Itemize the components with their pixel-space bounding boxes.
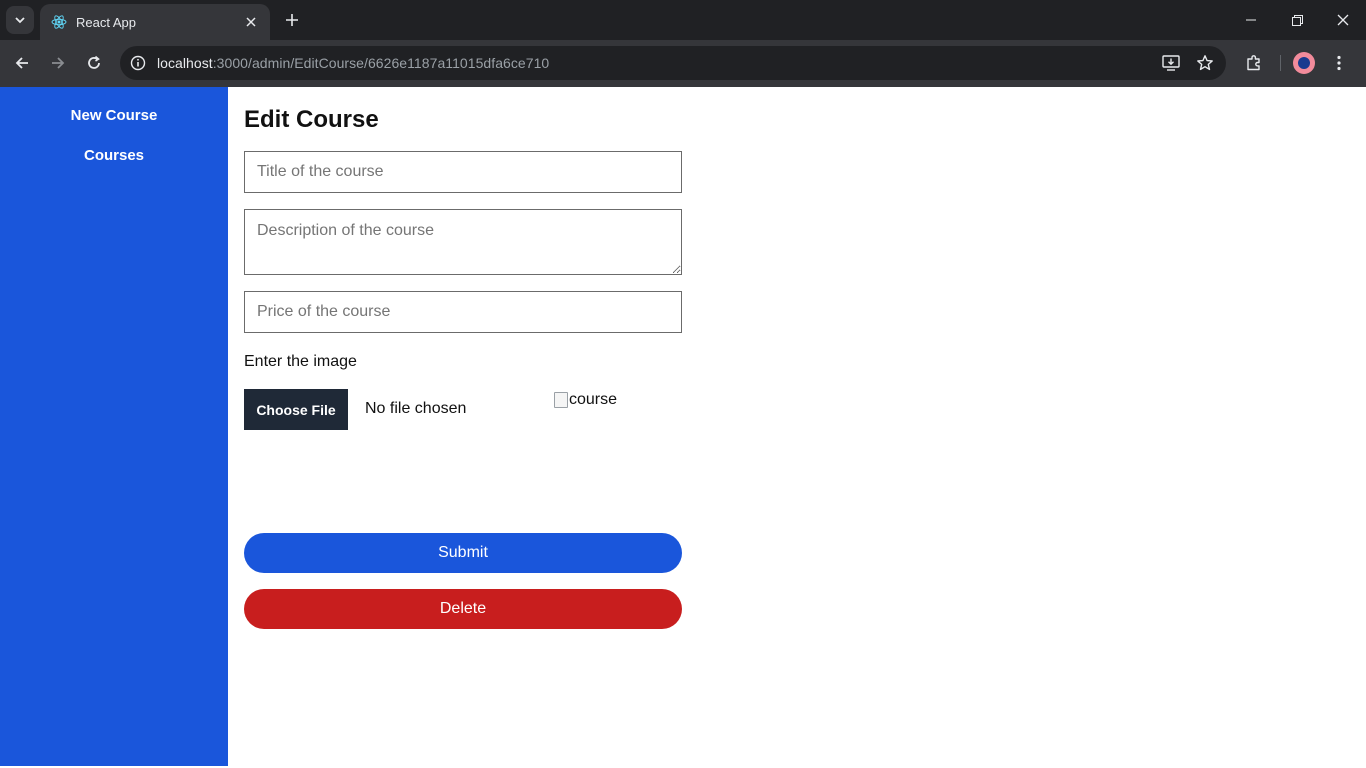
profile-avatar[interactable] bbox=[1293, 52, 1315, 74]
bookmark-button[interactable] bbox=[1194, 52, 1216, 74]
close-icon bbox=[1337, 14, 1349, 26]
chevron-down-icon bbox=[15, 17, 25, 24]
restore-button[interactable] bbox=[1274, 0, 1320, 40]
toolbar-right bbox=[1240, 50, 1353, 76]
url-text: localhost:3000/admin/EditCourse/6626e118… bbox=[157, 55, 549, 71]
course-price-input[interactable] bbox=[244, 291, 682, 333]
avatar-icon bbox=[1298, 57, 1310, 69]
course-image-alt: course bbox=[569, 391, 618, 408]
broken-image-icon bbox=[554, 392, 568, 408]
react-logo-icon bbox=[51, 14, 67, 30]
browser-toolbar: localhost:3000/admin/EditCourse/6626e118… bbox=[0, 40, 1366, 87]
puzzle-icon bbox=[1247, 55, 1260, 71]
minimize-button[interactable] bbox=[1228, 0, 1274, 40]
sidebar-item-new-course[interactable]: New Course bbox=[0, 107, 228, 124]
more-vert-icon bbox=[1337, 55, 1341, 71]
install-app-button[interactable] bbox=[1160, 52, 1182, 74]
delete-button[interactable]: Delete bbox=[244, 589, 682, 629]
browser-tab[interactable]: React App bbox=[40, 4, 270, 40]
reload-icon bbox=[88, 55, 100, 69]
restore-icon bbox=[1291, 14, 1303, 26]
info-icon bbox=[130, 55, 146, 71]
close-icon bbox=[246, 17, 256, 27]
install-icon bbox=[1162, 55, 1180, 71]
site-info-button[interactable] bbox=[121, 46, 155, 80]
toolbar-separator bbox=[1280, 55, 1281, 71]
browser-menu-button[interactable] bbox=[1325, 50, 1353, 76]
tab-close-button[interactable] bbox=[242, 13, 260, 31]
page-title: Edit Course bbox=[244, 106, 379, 133]
image-label: Enter the image bbox=[244, 353, 357, 370]
arrow-left-icon bbox=[15, 57, 28, 69]
file-status-text: No file chosen bbox=[365, 400, 467, 417]
submit-button[interactable]: Submit bbox=[244, 533, 682, 573]
sidebar-item-courses[interactable]: Courses bbox=[0, 147, 228, 164]
address-bar-actions bbox=[1160, 46, 1216, 80]
main-content: Edit Course Enter the image Choose File … bbox=[228, 87, 1366, 766]
tab-title: React App bbox=[76, 14, 136, 30]
arrow-right-icon bbox=[52, 57, 65, 69]
url-host: localhost bbox=[157, 55, 213, 71]
course-title-input[interactable] bbox=[244, 151, 682, 193]
url-path: :3000/admin/EditCourse/6626e1187a11015df… bbox=[212, 55, 550, 71]
extensions-button[interactable] bbox=[1240, 50, 1268, 76]
close-window-button[interactable] bbox=[1320, 0, 1366, 40]
course-description-textarea[interactable] bbox=[244, 209, 682, 275]
tab-search-button[interactable] bbox=[6, 6, 34, 34]
browser-tab-bar: React App bbox=[0, 0, 1366, 40]
back-button[interactable] bbox=[9, 50, 35, 76]
reload-button[interactable] bbox=[81, 50, 107, 76]
star-icon bbox=[1197, 55, 1213, 71]
minimize-icon bbox=[1246, 19, 1256, 21]
window-controls bbox=[1228, 0, 1366, 40]
new-tab-button[interactable] bbox=[280, 8, 304, 32]
choose-file-button[interactable]: Choose File bbox=[244, 389, 348, 430]
forward-button[interactable] bbox=[45, 50, 71, 76]
course-image: course bbox=[554, 391, 617, 409]
address-bar[interactable]: localhost:3000/admin/EditCourse/6626e118… bbox=[120, 46, 1226, 80]
plus-icon bbox=[286, 14, 298, 26]
sidebar: New Course Courses bbox=[0, 87, 228, 766]
